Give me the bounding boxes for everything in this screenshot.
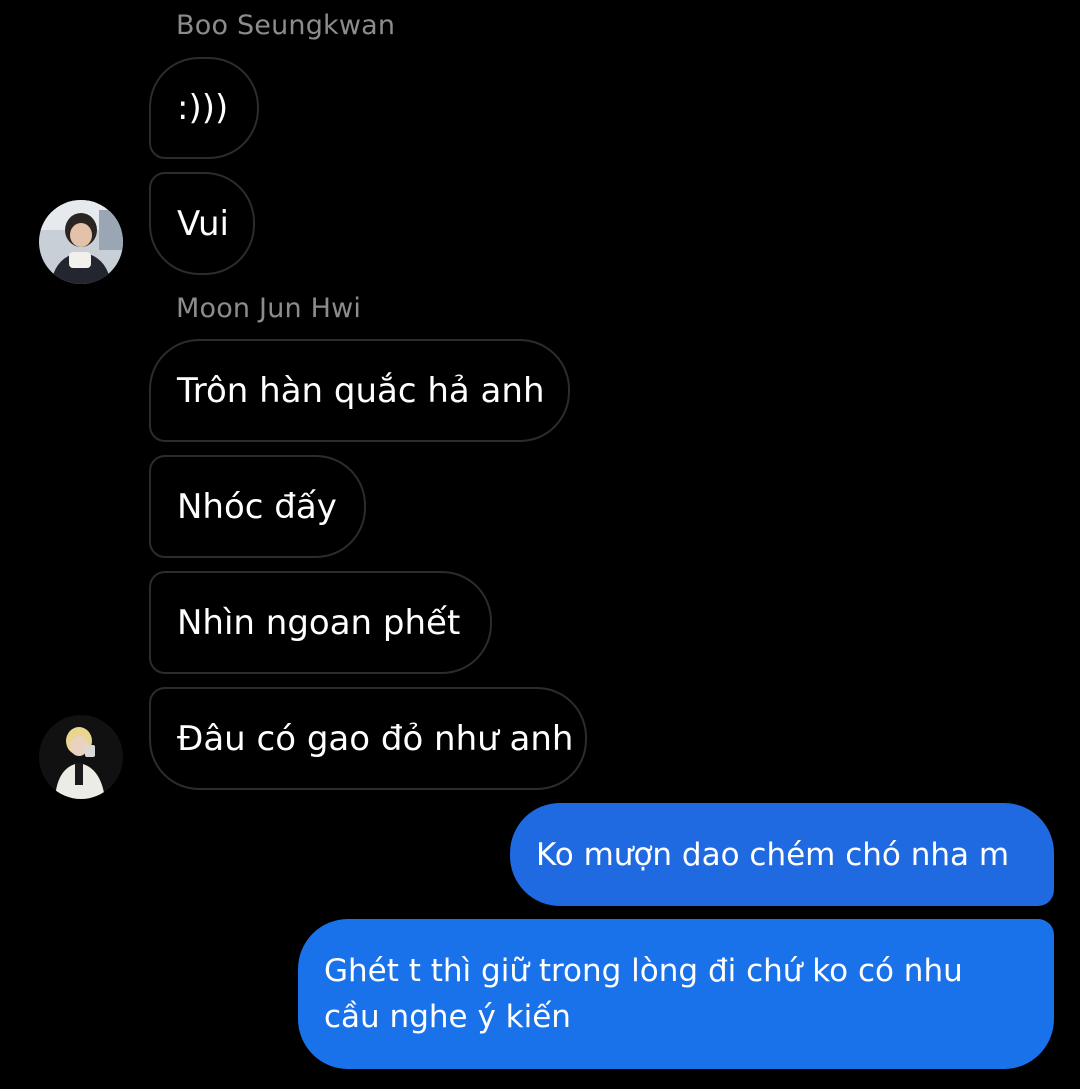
message-text: Ko mượn dao chém chó nha m bbox=[536, 836, 1010, 873]
sender-name: Boo Seungkwan bbox=[176, 10, 396, 41]
message-text: Ghét t thì giữ trong lòng đi chứ ko có n… bbox=[324, 953, 963, 1035]
user-avatar-photo-icon bbox=[39, 200, 123, 284]
message-bubble[interactable]: :))) bbox=[149, 57, 259, 159]
message-bubble-outgoing[interactable]: Ko mượn dao chém chó nha m bbox=[510, 803, 1054, 906]
user-avatar-photo-icon bbox=[39, 715, 123, 799]
message-bubble[interactable]: Nhìn ngoan phết bbox=[149, 571, 492, 674]
message-text: Vui bbox=[177, 203, 229, 244]
message-text: Trôn hàn quắc hả anh bbox=[177, 370, 545, 411]
message-text: Nhóc đấy bbox=[177, 486, 337, 527]
message-text: Nhìn ngoan phết bbox=[177, 602, 461, 643]
avatar[interactable] bbox=[39, 715, 123, 799]
message-bubble[interactable]: Trôn hàn quắc hả anh bbox=[149, 339, 570, 442]
message-bubble[interactable]: Đâu có gao đỏ như anh bbox=[149, 687, 587, 790]
message-text: Đâu có gao đỏ như anh bbox=[177, 718, 574, 759]
avatar[interactable] bbox=[39, 200, 123, 284]
message-bubble[interactable]: Vui bbox=[149, 172, 255, 275]
message-bubble[interactable]: Nhóc đấy bbox=[149, 455, 366, 558]
message-bubble-outgoing[interactable]: Ghét t thì giữ trong lòng đi chứ ko có n… bbox=[298, 919, 1054, 1069]
message-text: :))) bbox=[177, 88, 229, 128]
sender-name: Moon Jun Hwi bbox=[176, 293, 362, 324]
